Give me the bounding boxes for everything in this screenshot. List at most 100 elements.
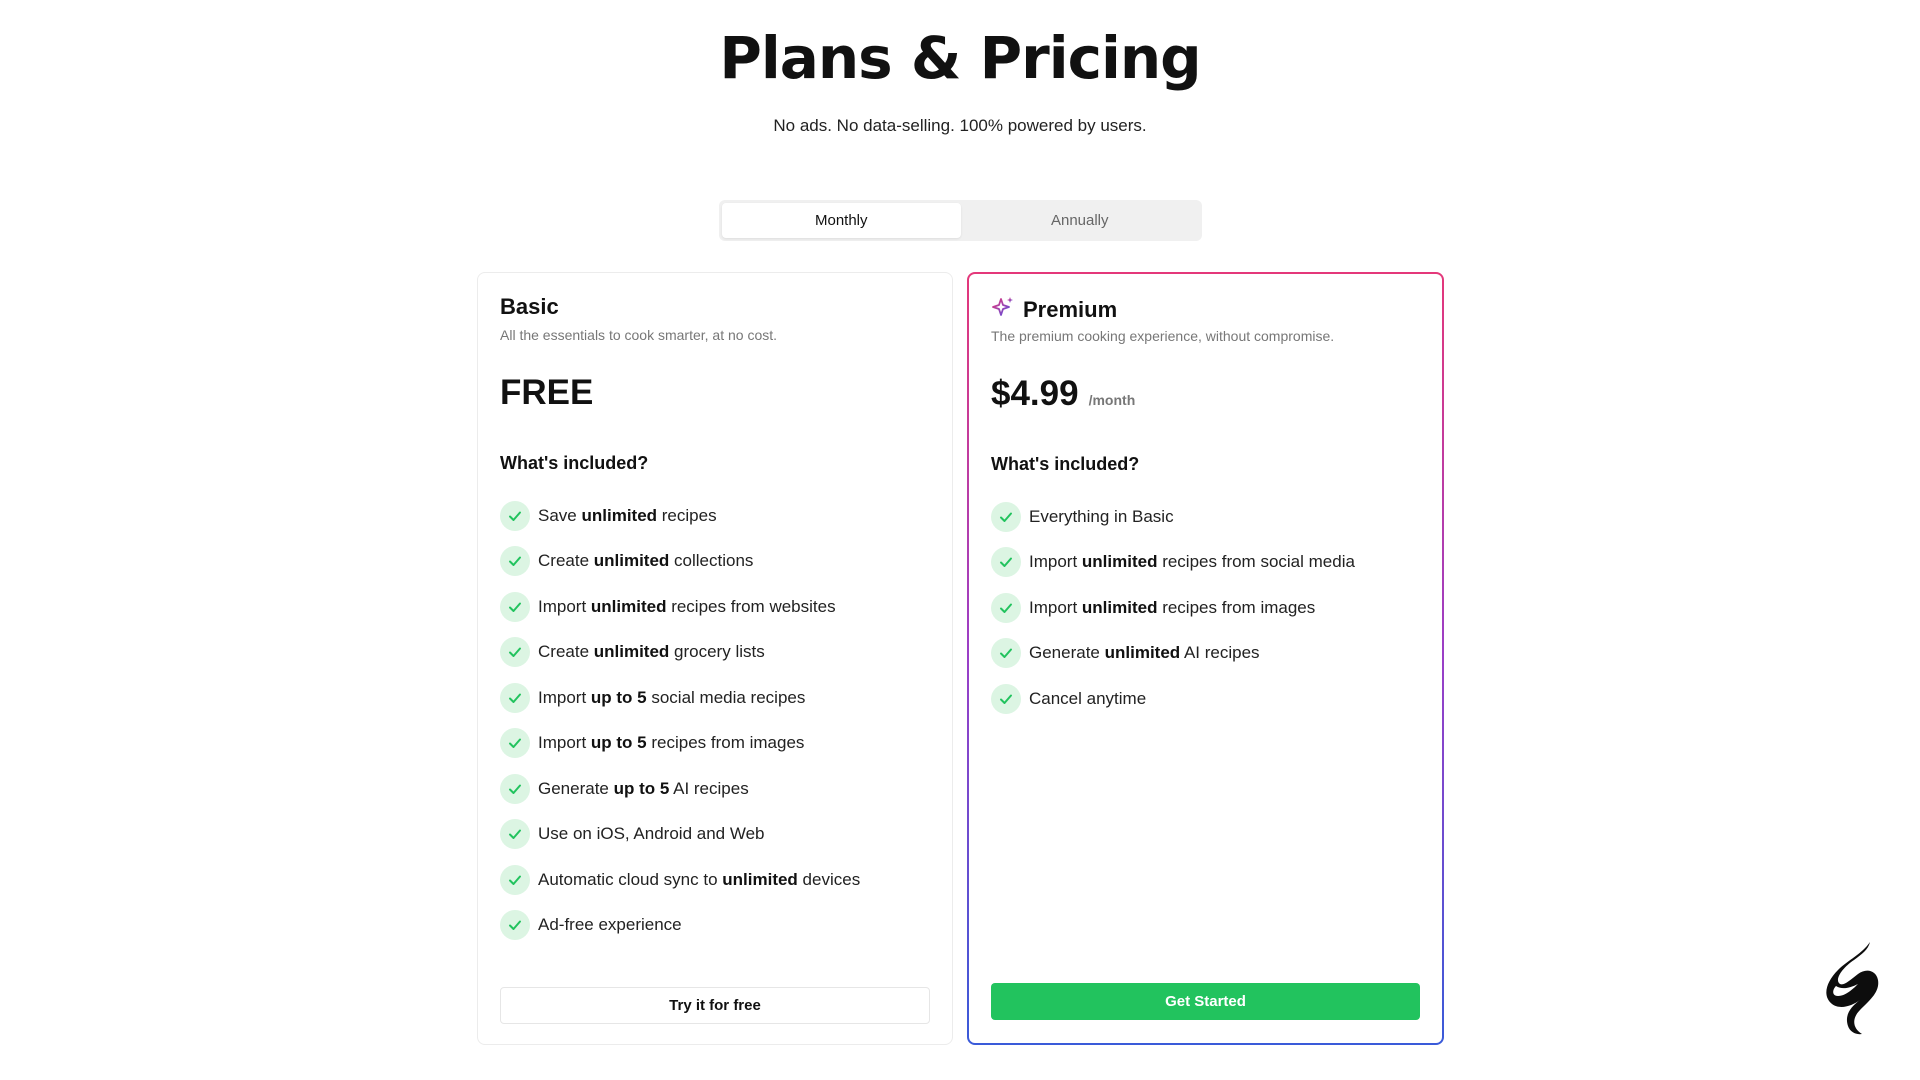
feature-text-bold: unlimited [590, 596, 667, 616]
feature-text-pre: Create [538, 551, 594, 571]
flame-logo-icon [1818, 940, 1884, 1036]
plan-name-text: Basic [500, 294, 559, 319]
feature-item: Generate up to 5 AI recipes [500, 766, 860, 812]
feature-text: Automatic cloud sync to unlimited device… [538, 870, 860, 890]
check-icon [500, 682, 530, 713]
feature-text-pre: Cancel anytime [1029, 688, 1147, 708]
feature-text-post: recipes from images [646, 733, 805, 753]
feature-text-bold: unlimited [1104, 643, 1181, 663]
page-subtitle: No ads. No data-selling. 100% powered by… [773, 116, 1147, 135]
check-icon [500, 500, 530, 531]
feature-text-post: recipes from websites [666, 596, 836, 616]
plan-description-premium: The premium cooking experience, without … [991, 328, 1335, 344]
price-value: FREE [500, 373, 594, 412]
feature-text-bold: up to 5 [590, 733, 647, 753]
feature-text-post: collections [669, 551, 754, 571]
feature-item: Use on iOS, Android and Web [500, 812, 860, 858]
feature-text: Generate unlimited AI recipes [1029, 643, 1260, 663]
feature-item: Import unlimited recipes from social med… [991, 540, 1355, 586]
check-icon [500, 910, 530, 941]
feature-item: Import unlimited recipes from images [991, 585, 1355, 631]
feature-text-pre: Create [538, 642, 594, 662]
toggle-annually[interactable]: Annually [961, 203, 1200, 238]
check-icon [991, 547, 1021, 578]
check-icon [500, 864, 530, 895]
feature-text: Save unlimited recipes [538, 506, 717, 526]
included-heading-basic: What's included? [500, 453, 649, 473]
feature-text: Import unlimited recipes from images [1029, 598, 1315, 618]
toggle-monthly[interactable]: Monthly [722, 203, 961, 238]
feature-text: Create unlimited grocery lists [538, 642, 765, 662]
check-icon [500, 637, 530, 668]
feature-list-premium: Everything in Basic Import unlimited reci… [991, 494, 1355, 722]
plan-name-basic: Basic [500, 294, 559, 320]
feature-item: Save unlimited recipes [500, 493, 860, 539]
check-icon [500, 819, 530, 850]
check-icon [500, 546, 530, 577]
check-icon [991, 501, 1021, 532]
feature-text-pre: Save [538, 505, 582, 525]
feature-text: Cancel anytime [1029, 689, 1146, 709]
feature-text: Ad-free experience [538, 915, 682, 935]
plan-card-basic: Basic All the essentials to cook smarter… [477, 272, 953, 1045]
feature-text-post: AI recipes [1180, 643, 1260, 663]
feature-text-bold: unlimited [1081, 552, 1158, 572]
page-title: Plans & Pricing [719, 24, 1201, 92]
feature-text-post: social media recipes [646, 687, 806, 707]
feature-item: Ad-free experience [500, 903, 860, 949]
plan-name-text: Premium [1023, 297, 1118, 322]
feature-item: Everything in Basic [991, 494, 1355, 540]
feature-text-post: grocery lists [669, 642, 765, 662]
feature-text-bold: up to 5 [613, 778, 670, 798]
feature-text: Generate up to 5 AI recipes [538, 779, 749, 799]
price-period: /month [1088, 392, 1136, 408]
feature-item: Cancel anytime [991, 676, 1355, 722]
feature-text-pre: Import [1029, 552, 1082, 572]
feature-text-pre: Import [1029, 597, 1082, 617]
feature-text-pre: Automatic cloud sync to [538, 869, 723, 889]
billing-toggle: Monthly Annually [719, 200, 1202, 241]
sparkle-icon [991, 295, 1015, 325]
feature-text: Import unlimited recipes from social med… [1029, 552, 1355, 572]
included-heading-premium: What's included? [991, 454, 1140, 474]
feature-item: Import up to 5 recipes from images [500, 721, 860, 767]
feature-text-post: recipes from images [1157, 597, 1316, 617]
feature-text-pre: Generate [538, 778, 614, 798]
plan-card-premium: Premium The premium cooking experience, … [967, 272, 1444, 1045]
feature-text-post: recipes [657, 505, 717, 525]
feature-text-post: recipes from social media [1157, 552, 1355, 572]
feature-text-post: AI recipes [669, 778, 749, 798]
plan-name-premium: Premium [991, 295, 1117, 325]
feature-text-bold: unlimited [593, 551, 670, 571]
feature-item: Import unlimited recipes from websites [500, 584, 860, 630]
feature-item: Create unlimited collections [500, 539, 860, 585]
feature-text: Import up to 5 social media recipes [538, 688, 805, 708]
feature-text-bold: unlimited [581, 505, 658, 525]
check-icon [500, 773, 530, 804]
plan-price-premium: $4.99 /month [991, 374, 1135, 414]
plan-price-basic: FREE [500, 373, 593, 413]
feature-item: Create unlimited grocery lists [500, 630, 860, 676]
check-icon [991, 683, 1021, 714]
check-icon [991, 638, 1021, 669]
feature-text: Create unlimited collections [538, 551, 753, 571]
feature-text-bold: up to 5 [590, 687, 647, 707]
feature-text: Everything in Basic [1029, 507, 1174, 527]
feature-text-pre: Ad-free experience [538, 915, 682, 935]
check-icon [500, 728, 530, 759]
check-icon [500, 591, 530, 622]
feature-item: Import up to 5 social media recipes [500, 675, 860, 721]
feature-text-pre: Import [538, 596, 591, 616]
plan-description-basic: All the essentials to cook smarter, at n… [500, 327, 778, 343]
try-free-button[interactable]: Try it for free [500, 987, 930, 1024]
feature-text-pre: Everything in Basic [1029, 506, 1174, 526]
feature-text-pre: Import [538, 733, 591, 753]
get-started-button[interactable]: Get Started [991, 983, 1420, 1020]
check-icon [991, 592, 1021, 623]
feature-item: Generate unlimited AI recipes [991, 631, 1355, 677]
feature-text-post: devices [797, 869, 861, 889]
feature-list-basic: Save unlimited recipes Create unlimited c… [500, 493, 860, 948]
pricing-page: Plans & Pricing No ads. No data-selling.… [0, 0, 1920, 1080]
feature-text-bold: unlimited [722, 869, 798, 889]
feature-text: Import unlimited recipes from websites [538, 597, 836, 617]
